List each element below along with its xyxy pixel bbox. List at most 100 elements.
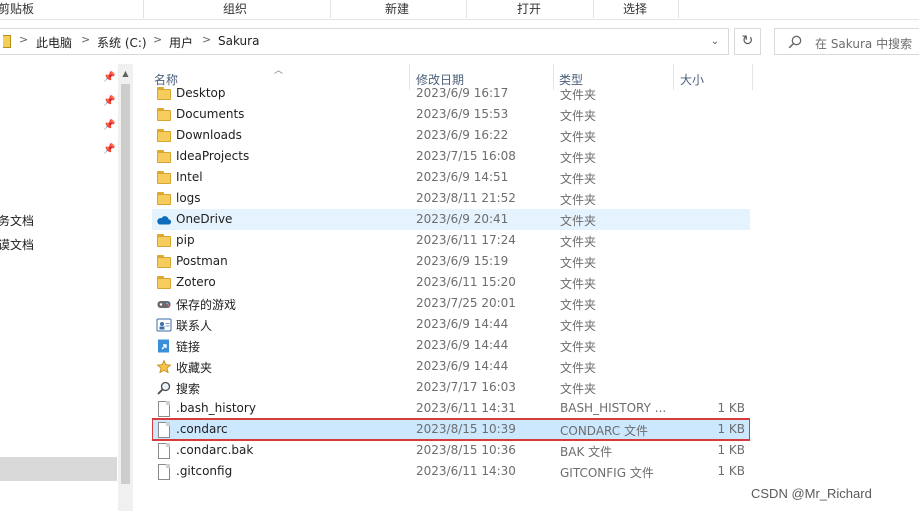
file-name: .gitconfig — [176, 464, 233, 478]
ribbon-group-select[interactable]: 选择 — [615, 0, 655, 20]
file-row[interactable]: .condarc 2023/8/15 10:39 CONDARC 文件 1 KB — [152, 418, 750, 441]
file-icon — [156, 422, 172, 438]
file-row[interactable]: .bash_history 2023/6/11 14:31 BASH_HISTORY… — [152, 398, 750, 419]
file-date: 2023/6/9 14:44 — [416, 317, 509, 331]
breadcrumb-separator-icon[interactable]: > — [153, 33, 162, 46]
file-name: Downloads — [176, 128, 242, 142]
file-row[interactable]: 搜索 2023/7/17 16:03 文件夹 — [152, 377, 750, 398]
file-row[interactable]: logs 2023/8/11 21:52 文件夹 — [152, 188, 750, 209]
file-type: 文件夹 — [560, 193, 597, 207]
pin-icon[interactable]: 📌 — [103, 72, 115, 84]
watermark: CSDN @Mr_Richard — [751, 486, 872, 501]
ribbon-divider — [678, 0, 679, 18]
breadcrumb-separator-icon[interactable]: > — [81, 33, 90, 46]
refresh-button[interactable]: ↻ — [734, 28, 761, 55]
file-row[interactable]: Postman 2023/6/9 15:19 文件夹 — [152, 251, 750, 272]
file-list[interactable]: AppData2023/6/9 14:42文件夹Desktop2023/6/9 … — [152, 82, 750, 511]
file-row[interactable]: Zotero 2023/6/11 15:20 文件夹 — [152, 272, 750, 293]
pin-icon[interactable]: 📌 — [103, 96, 115, 108]
ribbon-group-open[interactable]: 打开 — [509, 0, 549, 20]
file-row[interactable]: Documents 2023/6/9 15:53 文件夹 — [152, 104, 750, 125]
file-date: 2023/6/9 14:44 — [416, 359, 509, 373]
file-type: BAK 文件 — [560, 445, 613, 459]
file-type: 文件夹 — [560, 130, 597, 144]
scroll-thumb[interactable] — [121, 84, 130, 484]
file-size: 1 KB — [717, 401, 745, 415]
ribbon-group-new[interactable]: 新建 — [377, 0, 417, 20]
file-size: 1 KB — [717, 422, 745, 436]
file-type: GITCONFIG 文件 — [560, 466, 654, 480]
scroll-up-icon[interactable]: ▲ — [118, 67, 133, 81]
file-row[interactable]: 收藏夹 2023/6/9 14:44 文件夹 — [152, 356, 750, 377]
file-row[interactable]: Desktop 2023/6/9 16:17 文件夹 — [152, 83, 750, 104]
address-bar[interactable]: > 此电脑 > 系统 (C:) > 用户 > Sakura ⌄ — [0, 28, 729, 55]
file-row[interactable]: pip 2023/6/11 17:24 文件夹 — [152, 230, 750, 251]
search-input[interactable]: 在 Sakura 中搜索 — [774, 28, 919, 55]
file-type: 文件夹 — [560, 277, 597, 291]
file-type: 文件夹 — [560, 172, 597, 186]
file-name: pip — [176, 233, 195, 247]
nav-scrollbar[interactable]: ▲ — [118, 64, 133, 511]
ribbon-divider — [466, 0, 467, 18]
file-type: 文件夹 — [560, 235, 597, 249]
navigation-pane[interactable]: 📌 📌 📌 📌 务文档 谟文档 ▲ — [0, 64, 133, 511]
file-row[interactable]: 链接 2023/6/9 14:44 文件夹 — [152, 335, 750, 356]
file-type: 文件夹 — [560, 151, 597, 165]
sort-ascending-icon: ︿ — [274, 66, 284, 76]
file-row[interactable]: OneDrive 2023/6/9 20:41 文件夹 — [152, 209, 750, 230]
file-type: 文件夹 — [560, 256, 597, 270]
file-date: 2023/6/9 14:44 — [416, 338, 509, 352]
file-date: 2023/6/11 14:30 — [416, 464, 516, 478]
column-divider[interactable] — [752, 64, 753, 90]
file-row[interactable]: IdeaProjects 2023/7/15 16:08 文件夹 — [152, 146, 750, 167]
file-name: 搜索 — [176, 382, 201, 396]
folder-icon — [156, 170, 172, 186]
search-icon — [788, 35, 802, 49]
file-type: 文件夹 — [560, 361, 597, 375]
breadcrumb-this-pc[interactable]: 此电脑 — [36, 34, 72, 51]
file-row[interactable]: 保存的游戏 2023/7/25 20:01 文件夹 — [152, 293, 750, 314]
file-name: Documents — [176, 107, 245, 121]
nav-item[interactable]: 务文档 — [0, 212, 34, 229]
file-date: 2023/7/17 16:03 — [416, 380, 516, 394]
file-name: OneDrive — [176, 212, 233, 226]
address-history-dropdown-icon[interactable]: ⌄ — [707, 34, 723, 50]
file-name: Zotero — [176, 275, 216, 289]
file-row[interactable]: .gitconfig 2023/6/11 14:30 GITCONFIG 文件 1 K… — [152, 461, 750, 482]
nav-item[interactable]: 谟文档 — [0, 236, 34, 253]
file-row[interactable]: Intel 2023/6/9 14:51 文件夹 — [152, 167, 750, 188]
search-placeholder: 在 Sakura 中搜索 — [815, 37, 913, 51]
breadcrumb-separator-icon[interactable]: > — [202, 33, 211, 46]
pin-icon[interactable]: 📌 — [103, 120, 115, 132]
file-row[interactable]: 联系人 2023/6/9 14:44 文件夹 — [152, 314, 750, 335]
file-icon — [156, 443, 172, 459]
file-date: 2023/6/9 16:17 — [416, 86, 509, 100]
file-name: .condarc — [176, 422, 228, 436]
refresh-icon: ↻ — [741, 33, 754, 49]
file-date: 2023/6/11 15:20 — [416, 275, 516, 289]
file-type: 文件夹 — [560, 88, 597, 102]
file-date: 2023/8/15 10:36 — [416, 443, 516, 457]
folder-icon — [156, 86, 172, 102]
breadcrumb-separator-icon[interactable]: > — [19, 33, 28, 46]
file-icon — [156, 401, 172, 417]
file-size: 1 KB — [717, 464, 745, 478]
nav-selected-item[interactable] — [0, 457, 117, 481]
file-row[interactable]: Downloads 2023/6/9 16:22 文件夹 — [152, 125, 750, 146]
file-size: 1 KB — [717, 443, 745, 457]
file-date: 2023/7/15 16:08 — [416, 149, 516, 163]
file-type: 文件夹 — [560, 298, 597, 312]
file-icon — [156, 464, 172, 480]
file-name: .condarc.bak — [176, 443, 254, 457]
breadcrumb-users[interactable]: 用户 — [169, 34, 193, 51]
ribbon-group-clipboard[interactable]: 剪贴板 — [0, 0, 36, 20]
file-row[interactable]: .condarc.bak 2023/8/15 10:36 BAK 文件 1 KB — [152, 440, 750, 461]
onedrive-icon — [156, 212, 172, 228]
file-date: 2023/6/9 20:41 — [416, 212, 509, 226]
breadcrumb-system-drive[interactable]: 系统 (C:) — [97, 34, 147, 51]
pin-icon[interactable]: 📌 — [103, 144, 115, 156]
ribbon-group-organize[interactable]: 组织 — [215, 0, 255, 20]
file-date: 2023/6/9 14:51 — [416, 170, 509, 184]
file-type: 文件夹 — [560, 109, 597, 123]
breadcrumb-sakura[interactable]: Sakura — [218, 34, 259, 48]
